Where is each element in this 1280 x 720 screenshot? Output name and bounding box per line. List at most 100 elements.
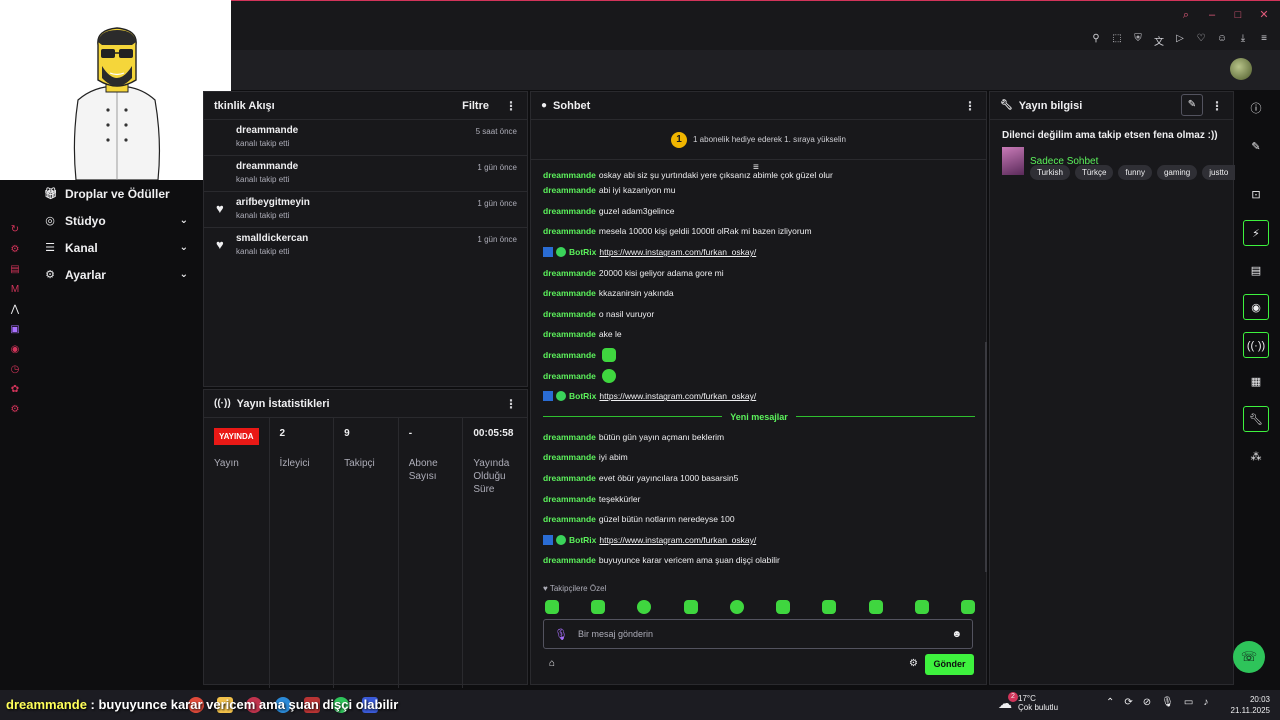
edit-icon[interactable]: ✎ <box>1181 94 1203 116</box>
tag[interactable]: Turkish <box>1030 165 1070 180</box>
chat-username[interactable]: dreammande <box>543 170 596 180</box>
chat-username[interactable]: dreammande <box>543 371 596 381</box>
list-item[interactable]: ♥ arifbeygitmeyin kanalı takip etti 1 gü… <box>204 192 527 228</box>
list-item[interactable]: dreammande kanalı takip etti 1 gün önce <box>204 156 527 192</box>
shield-icon[interactable]: ⛨ <box>1132 33 1144 48</box>
store-icon[interactable]: ⌂ <box>549 658 555 669</box>
play-icon[interactable]: ▷ <box>1174 33 1186 48</box>
share-icon[interactable]: ⁂ <box>1243 444 1269 470</box>
emote-icon[interactable] <box>776 600 791 614</box>
weather-widget[interactable]: ☁ 2 17°C Çok bulutlu <box>998 692 1058 712</box>
search-icon[interactable]: ⌕ <box>1180 9 1192 21</box>
chat-settings-icon[interactable]: ⚙ <box>909 658 918 669</box>
close-icon[interactable]: ✕ <box>1258 9 1270 21</box>
volume-icon[interactable]: ♪ <box>1203 697 1208 708</box>
crop-icon[interactable]: ⬚ <box>1111 33 1123 48</box>
more-options-icon[interactable]: ⋮ <box>964 99 976 113</box>
maximize-icon[interactable]: □ <box>1232 9 1244 21</box>
emote-icon[interactable] <box>914 600 929 614</box>
emoji-icon[interactable]: ☻ <box>951 629 962 640</box>
mic-icon[interactable]: 🎙︎ <box>1161 697 1174 708</box>
lightning-icon[interactable]: ⚡︎ <box>1243 220 1269 246</box>
chevron-up-icon[interactable]: ⌃ <box>1106 697 1114 708</box>
clock-icon[interactable]: ◷ <box>0 364 30 375</box>
chat-scrollbar[interactable] <box>985 342 987 572</box>
twitch-icon[interactable]: ▣ <box>0 324 30 335</box>
sidebar-item-channel[interactable]: ☰ Kanal ⌄ <box>30 234 202 261</box>
sub-gift-banner[interactable]: 1 1 abonelik hediye ederek 1. sıraya yük… <box>531 120 986 160</box>
chat-input[interactable]: 🎙︎ Bir mesaj gönderin ☻ <box>543 619 973 649</box>
play-circle-icon[interactable]: ◉ <box>0 344 30 355</box>
emote-icon[interactable] <box>960 600 975 614</box>
document-icon[interactable]: ▤ <box>1243 258 1269 284</box>
emote-icon[interactable] <box>683 600 698 614</box>
emote-icon[interactable] <box>545 600 559 614</box>
chat-bubble-icon[interactable]: ◉ <box>1243 294 1269 320</box>
download-icon[interactable]: ⤓ <box>1237 33 1249 48</box>
broadcast-icon[interactable]: ((·)) <box>1243 332 1269 358</box>
menu-icon[interactable]: ≡ <box>1258 33 1270 48</box>
emote-icon[interactable] <box>729 600 744 614</box>
more-options-icon[interactable]: ⋮ <box>1211 99 1223 113</box>
puzzle-icon[interactable]: ✿ <box>0 384 30 395</box>
send-button[interactable]: Gönder <box>925 654 974 675</box>
avatar[interactable] <box>1230 58 1252 80</box>
network-icon[interactable]: ▭ <box>1184 697 1193 708</box>
list-item[interactable]: dreammande kanalı takip etti 5 saat önce <box>204 120 527 156</box>
tag[interactable]: gaming <box>1156 165 1198 180</box>
chat-username[interactable]: dreammande <box>543 432 596 442</box>
wifi-off-icon[interactable]: ⊘ <box>1143 697 1151 708</box>
chat-username[interactable]: dreammande <box>543 309 596 319</box>
chat-link[interactable]: https://www.instagram.com/furkan_oskay/ <box>599 247 756 257</box>
chat-username[interactable]: dreammande <box>543 494 596 504</box>
translate-icon[interactable]: 文 <box>1153 33 1165 48</box>
refresh-icon[interactable]: ↻ <box>0 224 30 235</box>
pin-icon[interactable]: ⚲ <box>1090 33 1102 48</box>
chat-link[interactable]: https://www.instagram.com/furkan_oskay/ <box>599 535 756 545</box>
microphone-icon[interactable]: 🎙︎ <box>554 628 568 641</box>
sidebar-item-studio[interactable]: ◎ Stüdyo ⌄ <box>30 207 202 234</box>
more-options-icon[interactable]: ⋮ <box>505 99 517 113</box>
robot-icon[interactable]: ⚙ <box>0 244 30 255</box>
filter-button[interactable]: Filtre <box>462 100 489 112</box>
pencil-icon[interactable]: ✎ <box>1243 134 1269 160</box>
chat-icon[interactable]: ▤ <box>0 264 30 275</box>
chat-username[interactable]: BotRix <box>569 535 596 545</box>
chat-username[interactable]: dreammande <box>543 350 596 360</box>
chat-username[interactable]: BotRix <box>569 391 596 401</box>
chat-username[interactable]: dreammande <box>543 268 596 278</box>
minimize-icon[interactable]: – <box>1206 9 1218 21</box>
emote-icon[interactable] <box>591 600 606 614</box>
sidebar-item-settings[interactable]: ⚙ Ayarlar ⌄ <box>30 261 202 288</box>
list-item[interactable]: ♥ smalldickercan kanalı takip etti 1 gün… <box>204 228 527 264</box>
user-icon[interactable]: ☺ <box>1216 33 1228 48</box>
tag[interactable]: justto <box>1202 165 1236 180</box>
more-options-icon[interactable]: ⋮ <box>505 397 517 411</box>
chat-username[interactable]: dreammande <box>543 226 596 236</box>
wrench-icon[interactable]: 🔧︎ <box>1243 406 1269 432</box>
chat-username[interactable]: BotRix <box>569 247 596 257</box>
chat-username[interactable]: dreammande <box>543 288 596 298</box>
chat-username[interactable]: dreammande <box>543 185 596 195</box>
heart-icon[interactable]: ♡ <box>1195 33 1207 48</box>
chat-link[interactable]: https://www.instagram.com/furkan_oskay/ <box>599 391 756 401</box>
emote-icon[interactable] <box>868 600 883 614</box>
kick-icon[interactable]: ⋀ <box>0 304 30 315</box>
emote-icon[interactable] <box>822 600 837 614</box>
support-chat-icon[interactable]: ☏ <box>1233 641 1265 673</box>
layout-icon[interactable]: ▦ <box>1243 369 1269 395</box>
chat-username[interactable]: dreammande <box>543 206 596 216</box>
chat-username[interactable]: dreammande <box>543 555 596 565</box>
tag[interactable]: Türkçe <box>1074 165 1114 180</box>
chat-username[interactable]: dreammande <box>543 514 596 524</box>
sync-icon[interactable]: ⟳ <box>1124 697 1132 708</box>
clock[interactable]: 20:03 21.11.2025 <box>1231 694 1270 716</box>
mail-icon[interactable]: M <box>0 284 30 295</box>
tag[interactable]: funny <box>1118 165 1152 180</box>
chat-username[interactable]: dreammande <box>543 452 596 462</box>
settings-icon[interactable]: ⚙ <box>0 404 30 415</box>
capture-icon[interactable]: ⊡ <box>1243 182 1269 208</box>
chat-username[interactable]: dreammande <box>543 329 596 339</box>
emote-icon[interactable] <box>637 600 652 614</box>
chat-username[interactable]: dreammande <box>543 473 596 483</box>
